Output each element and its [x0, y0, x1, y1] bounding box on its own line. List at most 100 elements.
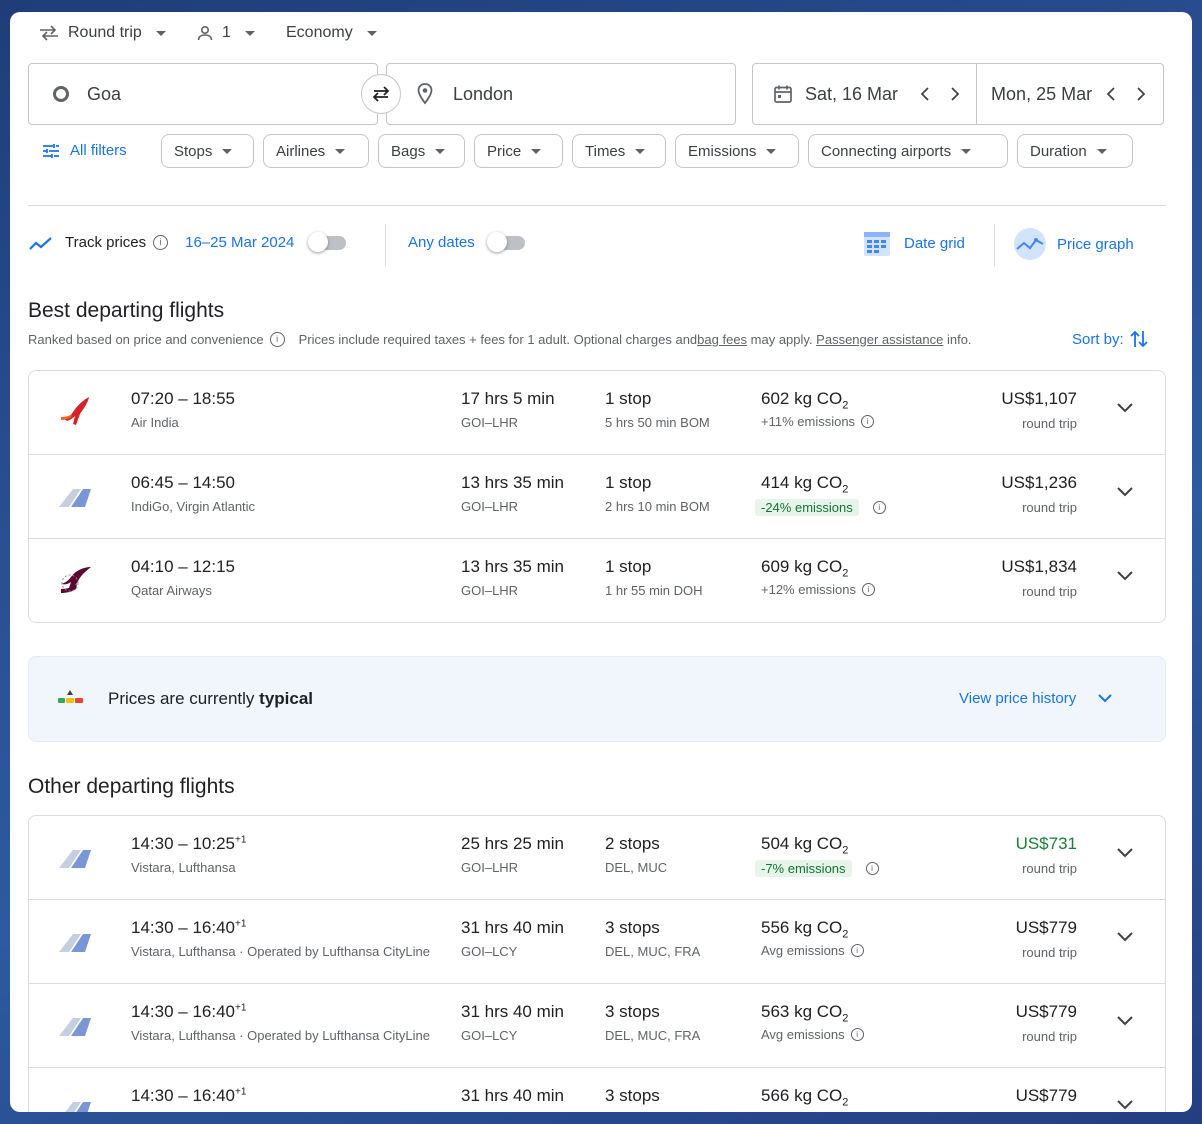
- location-pin-icon: [417, 83, 433, 105]
- qatar-airways-logo-icon: [55, 561, 95, 601]
- chip-label: Stops: [174, 142, 213, 160]
- cabin-label: Economy: [286, 24, 353, 41]
- info-icon[interactable]: i: [850, 944, 864, 957]
- trip-type-select[interactable]: Round trip: [38, 24, 166, 42]
- passenger-select[interactable]: 1: [196, 24, 255, 42]
- prev-return-date-icon[interactable]: [1106, 87, 1116, 101]
- all-filters-button[interactable]: All filters: [42, 142, 127, 159]
- filter-chip-emissions[interactable]: Emissions: [675, 134, 799, 168]
- cabin-select[interactable]: Economy: [286, 24, 377, 42]
- filter-chip-connecting-airports[interactable]: Connecting airports: [808, 134, 1008, 168]
- chip-label: Airlines: [276, 142, 326, 160]
- best-flights-title: Best departing flights: [28, 299, 225, 322]
- next-depart-date-icon[interactable]: [950, 87, 960, 101]
- chevron-down-icon: [1096, 148, 1107, 154]
- origin-circle-icon: [53, 86, 69, 102]
- flights-panel: Round trip 1 Economy Goa London Sat, 16 …: [10, 12, 1192, 1112]
- flight-price: US$1,236: [1001, 473, 1077, 492]
- return-date[interactable]: Mon, 25 Mar: [991, 84, 1092, 105]
- ranked-text: Ranked based on price and convenience: [28, 332, 264, 347]
- flight-route: GOI–LHR: [461, 860, 519, 875]
- view-price-history-button[interactable]: View price history: [959, 690, 1112, 707]
- sort-arrows-icon: [1130, 328, 1148, 350]
- flight-row[interactable]: 14:30 – 16:40+1 Vistara, Lufthansa · Ope…: [29, 983, 1165, 1067]
- price-graph-button[interactable]: Price graph: [1013, 227, 1134, 261]
- destination-field[interactable]: London: [386, 63, 736, 125]
- expand-chevron-icon[interactable]: [1117, 487, 1133, 497]
- flight-duration: 31 hrs 40 min: [461, 1002, 564, 1021]
- chevron-down-icon: [222, 148, 233, 154]
- flight-route: GOI–LHR: [461, 415, 519, 430]
- bag-fees-link[interactable]: bag fees: [697, 332, 747, 347]
- filter-chip-airlines[interactable]: Airlines: [263, 134, 369, 168]
- flight-row[interactable]: 14:30 – 10:25+1 Vistara, Lufthansa 25 hr…: [29, 816, 1165, 899]
- origin-field[interactable]: Goa: [28, 63, 378, 125]
- price-info-text: Prices include required taxes + fees for…: [298, 332, 698, 347]
- flight-duration: 31 hrs 40 min: [461, 918, 564, 937]
- flight-row[interactable]: 14:30 – 16:40+1 Vistara, Lufthansa · Ope…: [29, 899, 1165, 983]
- price-type: round trip: [1022, 584, 1077, 599]
- prev-depart-date-icon[interactable]: [920, 87, 930, 101]
- flight-row[interactable]: 06:45 – 14:50 IndiGo, Virgin Atlantic 13…: [29, 454, 1165, 538]
- info-icon[interactable]: i: [862, 583, 876, 596]
- any-dates-toggle[interactable]: [486, 231, 525, 252]
- emissions-info: -24% emissions i: [755, 499, 886, 516]
- expand-chevron-icon[interactable]: [1117, 1016, 1133, 1026]
- sort-by-button[interactable]: Sort by:: [1072, 328, 1148, 350]
- other-flights-title: Other departing flights: [28, 775, 235, 798]
- emissions-label: +11% emissions: [761, 414, 856, 429]
- filter-chip-stops[interactable]: Stops: [161, 134, 254, 168]
- track-prices-toggle[interactable]: [308, 231, 347, 252]
- filter-chip-times[interactable]: Times: [572, 134, 666, 168]
- expand-chevron-icon[interactable]: [1117, 571, 1133, 581]
- next-return-date-icon[interactable]: [1136, 87, 1146, 101]
- date-grid-label: Date grid: [904, 234, 965, 252]
- passenger-assistance-link[interactable]: Passenger assistance: [816, 332, 943, 347]
- chevron-down-icon: [531, 148, 542, 154]
- airline-names: Vistara, Lufthansa: [131, 860, 236, 875]
- flight-route: GOI–LCY: [461, 1028, 518, 1043]
- chip-label: Price: [487, 142, 522, 160]
- info-icon[interactable]: i: [850, 1028, 864, 1041]
- stop-count: 1 stop: [605, 557, 652, 576]
- chip-label: Duration: [1030, 142, 1087, 160]
- emissions-info: Avg emissions i: [761, 1027, 864, 1042]
- sort-by-label: Sort by:: [1072, 330, 1124, 348]
- flight-price: US$1,107: [1001, 389, 1077, 408]
- info-icon[interactable]: i: [861, 415, 875, 428]
- filter-chip-price[interactable]: Price: [474, 134, 563, 168]
- flight-times: 14:30 – 10:25+1: [131, 834, 247, 853]
- flight-row[interactable]: 07:20 – 18:55 Air India 17 hrs 5 min GOI…: [29, 371, 1165, 454]
- swap-locations-button[interactable]: [361, 74, 401, 114]
- date-grid-button[interactable]: Date grid: [862, 228, 965, 258]
- depart-date[interactable]: Sat, 16 Mar: [805, 84, 898, 105]
- chevron-down-icon: [244, 30, 255, 36]
- flight-times: 14:30 – 16:40+1: [131, 918, 247, 937]
- price-graph-label: Price graph: [1057, 235, 1134, 253]
- expand-chevron-icon[interactable]: [1117, 1100, 1133, 1110]
- expand-chevron-icon[interactable]: [1117, 932, 1133, 942]
- chevron-down-icon: [635, 148, 646, 154]
- info-icon[interactable]: i: [153, 235, 169, 250]
- passenger-count: 1: [222, 24, 231, 41]
- chevron-down-icon: [335, 148, 346, 154]
- filter-chip-duration[interactable]: Duration: [1017, 134, 1133, 168]
- info-icon[interactable]: i: [865, 862, 879, 875]
- co2-amount: 563 kg CO2: [761, 1002, 849, 1025]
- flight-times: 06:45 – 14:50: [131, 473, 235, 492]
- info-icon[interactable]: i: [269, 332, 285, 347]
- stop-detail: DEL, MUC, FRA: [605, 944, 701, 959]
- price-type: round trip: [1022, 1029, 1077, 1044]
- info-icon[interactable]: i: [872, 501, 886, 514]
- flight-route: GOI–LHR: [461, 499, 519, 514]
- person-icon: [196, 24, 214, 42]
- expand-chevron-icon[interactable]: [1117, 848, 1133, 858]
- filter-chip-bags[interactable]: Bags: [378, 134, 465, 168]
- flight-row[interactable]: 04:10 – 12:15 Qatar Airways 13 hrs 35 mi…: [29, 538, 1165, 622]
- date-range-field[interactable]: Sat, 16 Mar Mon, 25 Mar: [752, 63, 1164, 125]
- flight-duration: 31 hrs 40 min: [461, 1086, 564, 1105]
- date-divider: [976, 64, 978, 124]
- vertical-divider: [385, 224, 386, 266]
- expand-chevron-icon[interactable]: [1117, 403, 1133, 413]
- flight-row[interactable]: 14:30 – 16:40+1 31 hrs 40 min 3 stops 56…: [29, 1067, 1165, 1112]
